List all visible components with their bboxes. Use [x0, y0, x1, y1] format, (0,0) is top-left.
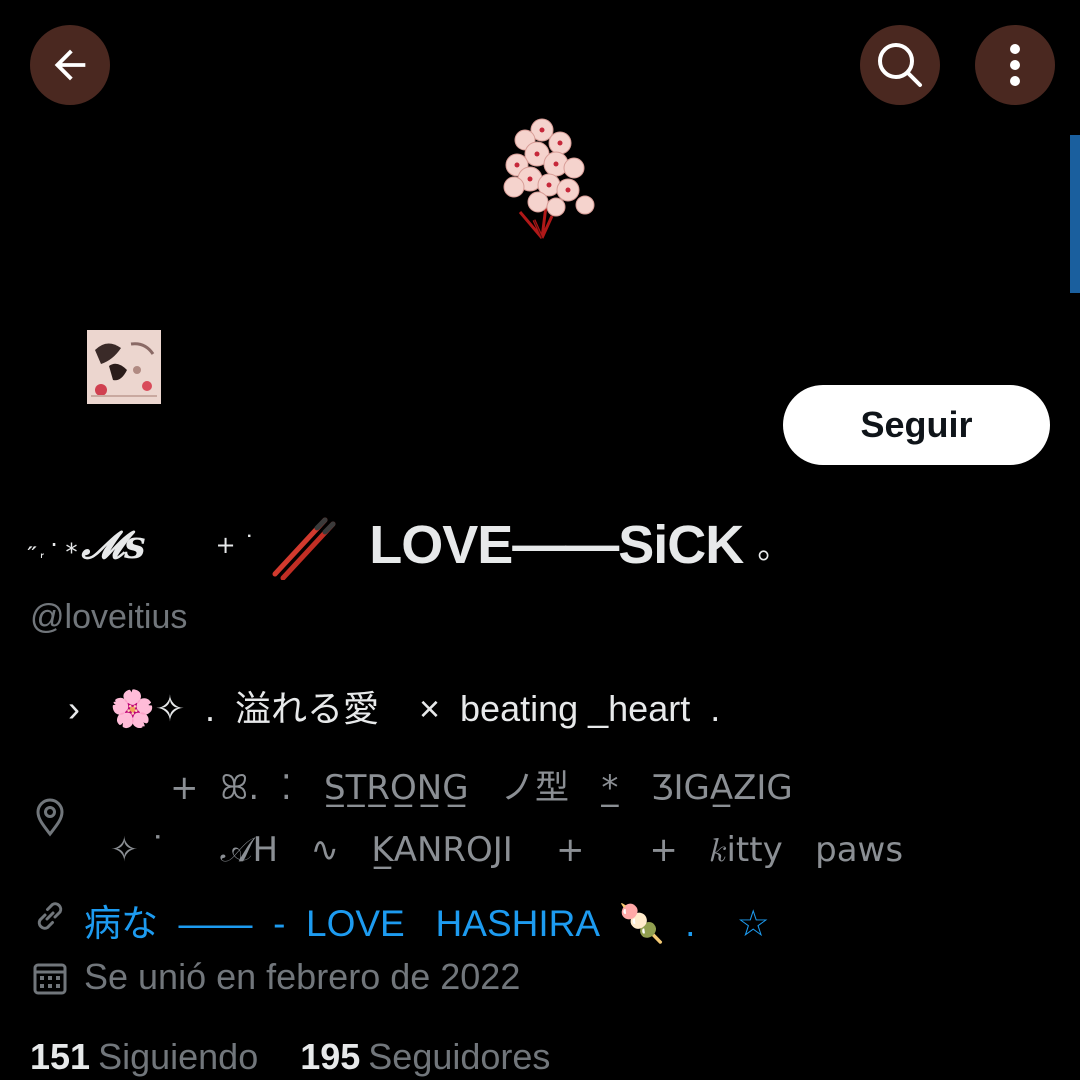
- back-button[interactable]: [30, 25, 110, 105]
- profile-picture-image: [87, 330, 161, 404]
- profile-link[interactable]: 病な —— - LOVE HASHIRA 🍡 . ☆: [84, 893, 770, 947]
- location-icon: [36, 798, 64, 837]
- location-text-line-2: ✧ ˙ 𝒜H ∿ K̲ANROJI + + 𝑘itty paws: [110, 830, 904, 870]
- chopsticks-icon: [272, 517, 336, 580]
- scrollbar-thumb[interactable]: [1070, 135, 1080, 293]
- display-name-end-mark: 。: [757, 528, 790, 566]
- follow-stats: 151 Siguiendo 195 Seguidores: [30, 1036, 550, 1078]
- cherry-blossom-branch-icon: [503, 118, 595, 239]
- join-date: Se unió en febrero de 2022: [84, 956, 521, 997]
- following-label: Siguiendo: [98, 1036, 259, 1077]
- display-name-initials: 𝓜s: [81, 522, 146, 567]
- followers-label: Seguidores: [368, 1036, 551, 1077]
- username-handle: @loveitius: [30, 598, 188, 636]
- following-stat[interactable]: 151 Siguiendo: [30, 1036, 258, 1078]
- followers-count: 195: [300, 1036, 361, 1077]
- display-name: ˶ ᷊ · ⁎ 𝓜s + ˙ LOVE——SiCK 。: [28, 505, 789, 585]
- follow-button[interactable]: Seguir: [783, 385, 1050, 465]
- bio-text: › 🌸✧ . 溢れる愛 × beating _heart .: [68, 688, 721, 729]
- location-text-line-1: + ꕤ. ⁚ S̲T̲R̲O̲N̲G̲ ノ型 *̲ ƷIGA̲ZIG: [170, 768, 793, 808]
- search-button[interactable]: [860, 25, 940, 105]
- link-icon: [37, 902, 63, 930]
- display-name-decoration-2: + ˙: [215, 531, 256, 559]
- more-options-button[interactable]: [975, 25, 1055, 105]
- calendar-icon: [33, 963, 67, 995]
- avatar[interactable]: [85, 328, 163, 406]
- arrow-left-icon: [54, 49, 86, 81]
- following-count: 151: [30, 1036, 91, 1077]
- display-name-text: LOVE——SiCK: [369, 515, 744, 575]
- followers-stat[interactable]: 195 Seguidores: [300, 1036, 550, 1078]
- more-vertical-icon: [1010, 44, 1020, 86]
- search-icon: [878, 43, 922, 87]
- banner-image[interactable]: [490, 110, 605, 249]
- display-name-decoration: ˶ ᷊ · ⁎: [28, 530, 78, 559]
